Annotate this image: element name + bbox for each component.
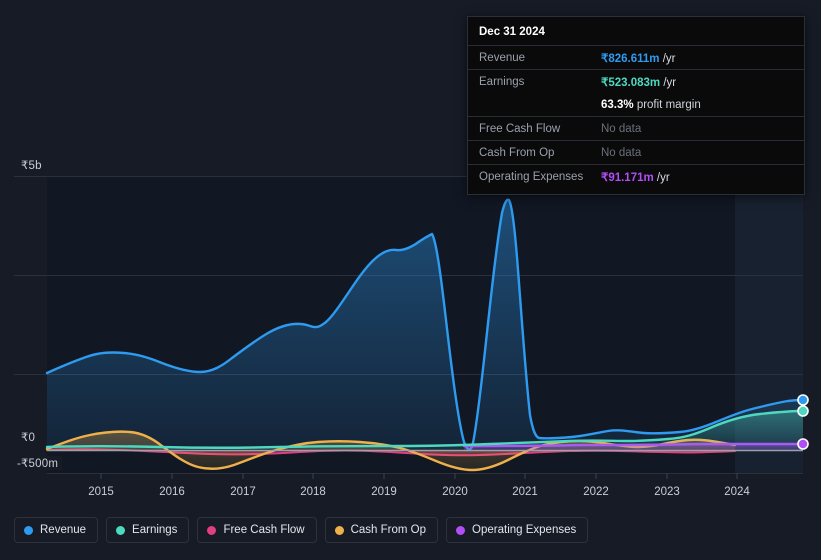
legend-item-free-cash-flow[interactable]: Free Cash Flow <box>197 517 317 543</box>
chart-legend: Revenue Earnings Free Cash Flow Cash Fro… <box>14 517 589 543</box>
tooltip-label-cash-from-op: Cash From Op <box>479 146 555 159</box>
tooltip-date: Dec 31 2024 <box>479 26 545 38</box>
legend-label-operating-expenses: Operating Expenses <box>472 524 577 536</box>
x-axis-label-2015: 2015 <box>88 486 114 498</box>
x-axis-label-2022: 2022 <box>583 486 609 498</box>
tooltip-value-cash-from-op: No data <box>601 146 642 159</box>
tooltip-label-free-cash-flow: Free Cash Flow <box>479 122 561 135</box>
legend-dot-free-cash-flow-icon <box>207 525 217 535</box>
tooltip-row-cash-from-op: Cash From Op No data <box>468 140 804 164</box>
x-axis-label-2020: 2020 <box>442 486 468 498</box>
tooltip-row-profit-margin: 63.3% profit margin <box>468 93 804 116</box>
x-axis-label-2024: 2024 <box>724 486 750 498</box>
legend-item-operating-expenses[interactable]: Operating Expenses <box>446 517 589 543</box>
legend-dot-operating-expenses-icon <box>456 525 466 535</box>
tooltip-amount-profit-margin: 63.3% <box>601 98 634 111</box>
legend-label-revenue: Revenue <box>40 524 87 536</box>
tooltip-row-earnings: Earnings ₹523.083m /yr <box>468 69 804 93</box>
earnings-endpoint-marker <box>797 405 809 417</box>
tooltip-value-earnings: ₹523.083m /yr <box>601 75 676 89</box>
operating-expenses-endpoint-marker <box>797 438 809 450</box>
legend-label-free-cash-flow: Free Cash Flow <box>223 524 305 536</box>
tooltip-amount-operating-expenses: ₹91.171m <box>601 171 654 184</box>
tooltip-unit-revenue: /yr <box>662 52 676 65</box>
tooltip-row-revenue: Revenue ₹826.611m /yr <box>468 45 804 69</box>
chart-page: ₹5b ₹0 -₹500m 2015 2016 2017 2018 2019 2… <box>0 0 821 560</box>
legend-dot-cash-from-op-icon <box>334 525 344 535</box>
tooltip-unit-earnings: /yr <box>663 76 677 89</box>
y-axis-label-zero: ₹0 <box>21 430 40 444</box>
tooltip-amount-earnings: ₹523.083m <box>601 76 661 89</box>
tooltip-row-operating-expenses: Operating Expenses ₹91.171m /yr <box>468 164 804 188</box>
x-axis-label-2017: 2017 <box>230 486 256 498</box>
tooltip-unit-profit-margin: profit margin <box>636 98 701 111</box>
tooltip-label-operating-expenses: Operating Expenses <box>479 170 584 183</box>
legend-item-revenue[interactable]: Revenue <box>14 517 99 543</box>
tooltip-value-free-cash-flow: No data <box>601 122 642 135</box>
x-axis-label-2023: 2023 <box>654 486 680 498</box>
tooltip-label-revenue: Revenue <box>479 51 526 64</box>
revenue-endpoint-marker <box>797 394 809 406</box>
tooltip-amount-revenue: ₹826.611m <box>601 52 660 65</box>
x-axis-label-2019: 2019 <box>371 486 397 498</box>
x-axis-label-2021: 2021 <box>512 486 538 498</box>
legend-label-earnings: Earnings <box>132 524 178 536</box>
tooltip-value-profit-margin: 63.3% profit margin <box>601 99 701 111</box>
tooltip-label-earnings: Earnings <box>479 75 525 88</box>
y-axis-label-bottom: -₹500m <box>17 456 63 470</box>
x-axis-label-2016: 2016 <box>159 486 185 498</box>
tooltip-unit-operating-expenses: /yr <box>656 171 670 184</box>
y-axis-label-top: ₹5b <box>21 158 46 172</box>
legend-item-earnings[interactable]: Earnings <box>106 517 190 543</box>
legend-label-cash-from-op: Cash From Op <box>350 524 427 536</box>
tooltip-value-revenue: ₹826.611m /yr <box>601 51 675 65</box>
x-axis-label-2018: 2018 <box>300 486 326 498</box>
legend-dot-revenue-icon <box>24 525 33 535</box>
tooltip-value-operating-expenses: ₹91.171m /yr <box>601 170 670 184</box>
legend-item-cash-from-op[interactable]: Cash From Op <box>324 517 439 543</box>
legend-dot-earnings-icon <box>116 525 126 535</box>
tooltip-row-free-cash-flow: Free Cash Flow No data <box>468 116 804 140</box>
chart-tooltip: Dec 31 2024 Revenue ₹826.611m /yr Earnin… <box>467 16 805 195</box>
